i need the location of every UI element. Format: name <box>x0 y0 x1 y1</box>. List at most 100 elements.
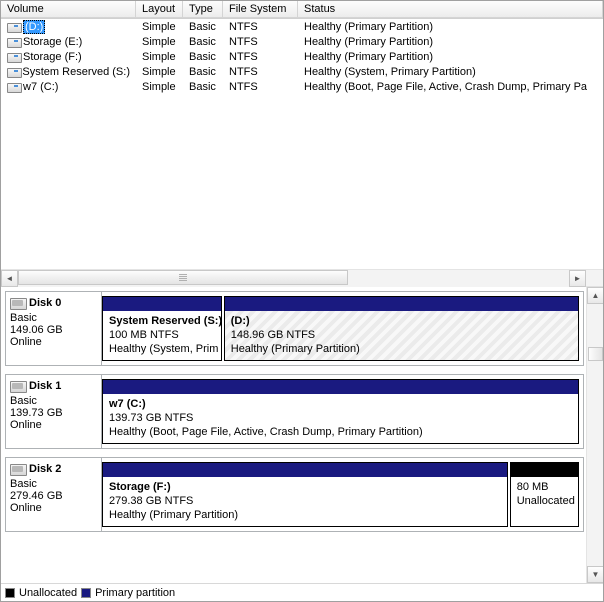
partition-unallocated[interactable]: 80 MBUnallocated <box>510 462 579 527</box>
vscroll-thumb[interactable] <box>588 347 603 361</box>
disk-map-pane: Disk 0Basic149.06 GBOnlineSystem Reserve… <box>1 287 603 583</box>
volume-filesystem: NTFS <box>223 66 298 78</box>
partition-size: 139.73 GB NTFS <box>109 411 572 425</box>
column-header-filesystem[interactable]: File System <box>223 1 298 18</box>
partition-status: Healthy (Boot, Page File, Active, Crash … <box>109 425 572 439</box>
volume-header-row: Volume Layout Type File System Status <box>1 1 603 19</box>
scroll-left-button[interactable]: ◄ <box>1 270 18 287</box>
volume-status: Healthy (Primary Partition) <box>298 51 603 63</box>
partition-color-bar <box>225 297 578 311</box>
disk-block: Disk 0 Basic149.06 GBOnline System Reserve… <box>5 291 584 366</box>
volume-type: Basic <box>183 66 223 78</box>
drive-icon <box>7 21 21 32</box>
partition-row: Storage (F:)279.38 GB NTFSHealthy (Prima… <box>102 458 583 531</box>
disk-state: Online <box>10 419 97 431</box>
disk-title: Disk 0 <box>29 297 61 309</box>
volume-layout: Simple <box>136 21 183 33</box>
disk-type: Basic <box>10 312 97 324</box>
scroll-up-button[interactable]: ▲ <box>587 287 603 304</box>
scroll-right-button[interactable]: ► <box>569 270 586 287</box>
legend-label-primary: Primary partition <box>95 587 175 599</box>
partition-size: 148.96 GB NTFS <box>231 328 572 342</box>
volume-row[interactable]: (D:)SimpleBasicNTFSHealthy (Primary Part… <box>1 19 603 34</box>
volume-row[interactable]: w7 (C:)SimpleBasicNTFSHealthy (Boot, Pag… <box>1 79 603 94</box>
volume-filesystem: NTFS <box>223 81 298 93</box>
volume-type: Basic <box>183 21 223 33</box>
disk-info: Disk 0 Basic149.06 GBOnline <box>6 292 102 365</box>
partition-name: System Reserved (S:) <box>109 314 215 328</box>
scroll-down-button[interactable]: ▼ <box>587 566 603 583</box>
partition-color-bar <box>103 463 507 477</box>
drive-icon <box>7 81 21 92</box>
partition-color-bar <box>511 463 578 477</box>
disk-block: Disk 1Basic139.73 GBOnlinew7 (C:)139.73 … <box>5 374 584 449</box>
volume-type: Basic <box>183 81 223 93</box>
scroll-thumb[interactable] <box>18 270 348 285</box>
partition-primary[interactable]: w7 (C:)139.73 GB NTFSHealthy (Boot, Page… <box>102 379 579 444</box>
drive-icon <box>7 66 20 77</box>
partition-size: 100 MB NTFS <box>109 328 215 342</box>
volume-filesystem: NTFS <box>223 36 298 48</box>
column-header-type[interactable]: Type <box>183 1 223 18</box>
legend-label-unallocated: Unallocated <box>19 587 77 599</box>
volume-name: w7 (C:) <box>23 81 58 93</box>
legend-swatch-unallocated <box>5 588 15 598</box>
volume-status: Healthy (Primary Partition) <box>298 21 603 33</box>
disk-title: Disk 2 <box>29 463 61 475</box>
column-header-layout[interactable]: Layout <box>136 1 183 18</box>
disk-state: Online <box>10 336 97 348</box>
partition-row: System Reserved (S:)100 MB NTFSHealthy (… <box>102 292 583 365</box>
volume-name: (D:) <box>23 20 45 34</box>
disk-icon <box>10 379 26 393</box>
disk-size: 139.73 GB <box>10 407 97 419</box>
partition-primary[interactable]: System Reserved (S:)100 MB NTFSHealthy (… <box>102 296 222 361</box>
partition-color-bar <box>103 297 221 311</box>
volume-row[interactable]: Storage (F:) SimpleBasicNTFSHealthy (Prim… <box>1 49 603 64</box>
volume-name: Storage (F:) <box>23 51 82 63</box>
partition-primary[interactable]: (D:)148.96 GB NTFSHealthy (Primary Parti… <box>224 296 579 361</box>
disk-info: Disk 1Basic139.73 GBOnline <box>6 375 102 448</box>
volume-layout: Simple <box>136 66 183 78</box>
disk-icon <box>10 462 26 476</box>
volume-status: Healthy (System, Primary Partition) <box>298 66 603 78</box>
column-header-status[interactable]: Status <box>298 1 603 18</box>
partition-name: (D:) <box>231 314 572 328</box>
partition-status: Healthy (System, Prim <box>109 342 215 356</box>
scroll-track[interactable] <box>18 270 569 287</box>
disk-type: Basic <box>10 478 97 490</box>
volume-status: Healthy (Boot, Page File, Active, Crash … <box>298 81 603 93</box>
horizontal-scrollbar[interactable]: ◄ ► <box>1 269 603 286</box>
disk-management-window: Volume Layout Type File System Status (D… <box>0 0 604 602</box>
partition-color-bar <box>103 380 578 394</box>
volume-filesystem: NTFS <box>223 51 298 63</box>
partition-status: Unallocated <box>517 494 572 508</box>
partition-row: w7 (C:)139.73 GB NTFSHealthy (Boot, Page… <box>102 375 583 448</box>
drive-icon <box>7 51 21 62</box>
disk-info: Disk 2 Basic279.46 GBOnline <box>6 458 102 531</box>
volume-status: Healthy (Primary Partition) <box>298 36 603 48</box>
disk-map-list[interactable]: Disk 0Basic149.06 GBOnlineSystem Reserve… <box>1 287 586 583</box>
vertical-scrollbar[interactable]: ▲ ▼ <box>586 287 603 583</box>
legend: Unallocated Primary partition <box>1 583 603 601</box>
disk-block: Disk 2 Basic279.46 GBOnline Storage (F:)27… <box>5 457 584 532</box>
disk-size: 149.06 GB <box>10 324 97 336</box>
volume-row[interactable]: System Reserved (S:) SimpleBasicNTFSHealt… <box>1 64 603 79</box>
disk-state: Online <box>10 502 97 514</box>
volume-layout: Simple <box>136 51 183 63</box>
column-header-volume[interactable]: Volume <box>1 1 136 18</box>
disk-type: Basic <box>10 395 97 407</box>
volume-type: Basic <box>183 51 223 63</box>
disk-icon <box>10 296 26 310</box>
volume-name: Storage (E:) <box>23 36 82 48</box>
volume-type: Basic <box>183 36 223 48</box>
volume-list[interactable]: (D:)SimpleBasicNTFSHealthy (Primary Part… <box>1 19 603 269</box>
disk-size: 279.46 GB <box>10 490 97 502</box>
volume-row[interactable]: Storage (E:) SimpleBasicNTFSHealthy (Prim… <box>1 34 603 49</box>
volume-layout: Simple <box>136 36 183 48</box>
drive-icon <box>7 36 21 47</box>
partition-name: w7 (C:) <box>109 397 572 411</box>
partition-status: Healthy (Primary Partition) <box>109 508 501 522</box>
volume-name: System Reserved (S:) <box>22 66 130 78</box>
partition-status: Healthy (Primary Partition) <box>231 342 572 356</box>
partition-primary[interactable]: Storage (F:)279.38 GB NTFSHealthy (Prima… <box>102 462 508 527</box>
